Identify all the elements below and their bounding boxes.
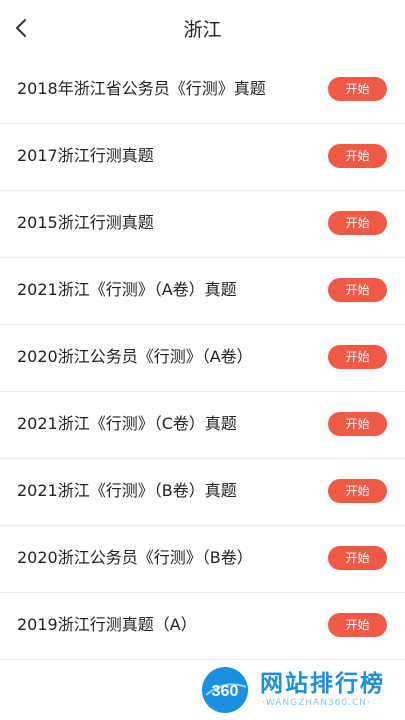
- list-item[interactable]: 2018年浙江省公务员《行测》真题 开始: [0, 57, 405, 124]
- list-item[interactable]: 2021浙江《行测》（B卷）真题 开始: [0, 459, 405, 526]
- start-button[interactable]: 开始: [328, 211, 387, 235]
- list-item[interactable]: 2021浙江《行测》（C卷）真题 开始: [0, 392, 405, 459]
- list-item[interactable]: 2019浙江行测真题（A） 开始: [0, 593, 405, 660]
- exam-title: 2021浙江《行测》（B卷）真题: [17, 481, 237, 500]
- start-button[interactable]: 开始: [328, 345, 387, 369]
- start-button[interactable]: 开始: [328, 546, 387, 570]
- start-button[interactable]: 开始: [328, 77, 387, 101]
- exam-title: 2021浙江《行测》（C卷）真题: [17, 414, 237, 433]
- start-button[interactable]: 开始: [328, 412, 387, 436]
- exam-title: 2019浙江行测真题（A）: [17, 615, 197, 634]
- list-item[interactable]: 2020浙江公务员《行测》（A卷） 开始: [0, 325, 405, 392]
- exam-list: 2018年浙江省公务员《行测》真题 开始 2017浙江行测真题 开始 2015浙…: [0, 57, 405, 660]
- start-button[interactable]: 开始: [328, 144, 387, 168]
- exam-title: 2021浙江《行测》（A卷）真题: [17, 280, 237, 299]
- watermark-url: ·WANGZHAN360.CN·: [262, 698, 371, 708]
- exam-title: 2015浙江行测真题: [17, 213, 154, 232]
- start-button[interactable]: 开始: [328, 278, 387, 302]
- start-button[interactable]: 开始: [328, 613, 387, 637]
- watermark-brand: 网站排行榜: [260, 671, 385, 697]
- list-item[interactable]: 2021浙江《行测》（A卷）真题 开始: [0, 258, 405, 325]
- site-watermark: 360 网站排行榜 ·WANGZHAN360.CN·: [200, 660, 405, 720]
- top-bar: 浙江: [0, 0, 405, 58]
- 360-logo-icon: 360: [202, 667, 248, 713]
- exam-title: 2018年浙江省公务员《行测》真题: [17, 79, 266, 98]
- list-item[interactable]: 2017浙江行测真题 开始: [0, 124, 405, 191]
- list-item[interactable]: 2015浙江行测真题 开始: [0, 191, 405, 258]
- start-button[interactable]: 开始: [328, 479, 387, 503]
- logo-text: 360: [212, 683, 239, 700]
- list-item[interactable]: 2020浙江公务员《行测》（B卷） 开始: [0, 526, 405, 593]
- exam-title: 2020浙江公务员《行测》（A卷）: [17, 347, 253, 366]
- exam-title: 2017浙江行测真题: [17, 146, 154, 165]
- page-title: 浙江: [183, 19, 222, 41]
- exam-title: 2020浙江公务员《行测》（B卷）: [17, 548, 253, 567]
